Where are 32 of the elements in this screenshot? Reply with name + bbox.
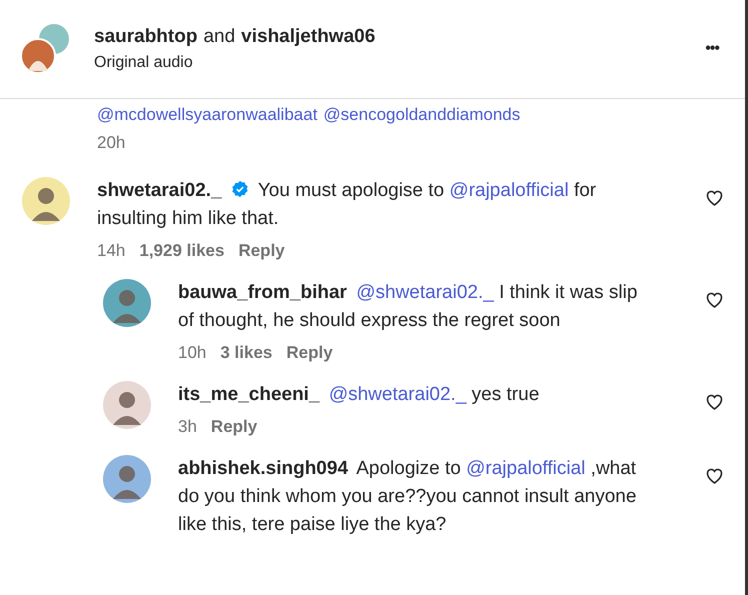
avatar-stack [20, 23, 72, 75]
joiner-text: and [203, 26, 236, 48]
reply-button[interactable]: Reply [238, 241, 285, 261]
mention-link[interactable]: @rajpalofficial [466, 458, 586, 479]
comment-text: bauwa_from_bihar @shwetarai02._ I think it was slip of thought, he should express the regret soon [178, 281, 638, 333]
audio-label[interactable]: Original audio [94, 54, 706, 72]
mention-link[interactable]: @sencogoldanddiamonds [323, 101, 520, 129]
username[interactable]: its_me_cheeni_ [178, 384, 320, 405]
username[interactable]: shwetarai02._ [97, 180, 222, 201]
comment-time: 20h [97, 133, 126, 153]
mention-link[interactable]: @shwetarai02._ [328, 384, 466, 405]
comment-text: shwetarai02._ You must apologise to @rajpalofficial for insulting him like that. [97, 179, 598, 231]
username[interactable]: bauwa_from_bihar [178, 282, 347, 303]
comment-text: abhishek.singh094 Apologize to @rajpalofficial ,what do you think whom you are??you cannot insult anyone like this, tere paise liye the kya? [178, 457, 638, 537]
mention-link[interactable]: @shwetarai02._ [356, 282, 494, 303]
mention-link[interactable]: @rajpalofficial [449, 180, 569, 201]
comment-time: 3h [178, 417, 197, 437]
comment-time: 10h [178, 343, 206, 363]
avatar [103, 455, 151, 503]
comment-time: 14h [97, 241, 126, 261]
avatar [103, 381, 151, 429]
avatar [22, 177, 70, 225]
username[interactable]: vishaljethwa06 [241, 26, 376, 48]
likes-count[interactable]: 3 likes [220, 343, 272, 363]
likes-count[interactable]: 1,929 likes [139, 241, 224, 261]
username[interactable]: saurabhtop [94, 26, 198, 48]
mention-link[interactable]: @mcdowellsyaaronwaalibaat [97, 101, 318, 129]
comment-text: its_me_cheeni_ @shwetarai02._ yes true [178, 383, 540, 407]
avatar [103, 279, 151, 327]
reply-button[interactable]: Reply [286, 343, 333, 363]
username[interactable]: abhishek.singh094 [178, 458, 348, 479]
reply-button[interactable]: Reply [210, 417, 258, 437]
